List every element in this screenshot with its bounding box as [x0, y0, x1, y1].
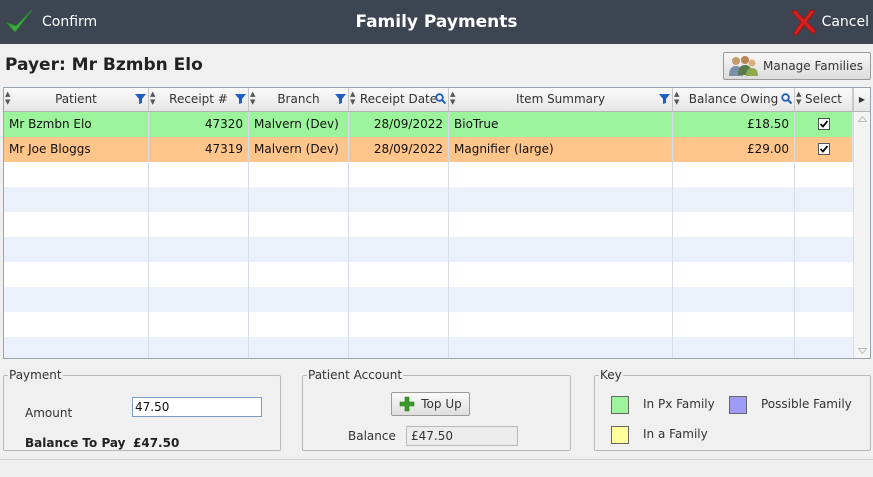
- table-row[interactable]: Mr Joe Bloggs 47319 Malvern (Dev) 28/09/…: [4, 137, 853, 162]
- column-divider: [672, 162, 673, 358]
- cell-item-summary: BioTrue: [449, 112, 673, 137]
- cell-item-summary: Magnifier (large): [449, 137, 673, 162]
- confirm-button[interactable]: Confirm: [4, 0, 97, 44]
- balance-to-pay-value: £47.50: [133, 436, 180, 450]
- column-header-receipt[interactable]: ▲ ▼ Receipt #: [149, 88, 249, 111]
- possible-family-label: Possible Family: [761, 397, 852, 411]
- column-header-balance-owing[interactable]: ▲ ▼ Balance Owing: [673, 88, 795, 111]
- amount-label: Amount: [25, 406, 73, 420]
- empty-row: [4, 287, 853, 312]
- status-bar: [0, 459, 873, 477]
- empty-row: [4, 162, 853, 187]
- cell-patient: Mr Joe Bloggs: [4, 137, 149, 162]
- plus-icon: [399, 396, 415, 412]
- filter-icon[interactable]: [135, 93, 146, 104]
- empty-row: [4, 187, 853, 212]
- manage-families-button[interactable]: Manage Families: [723, 52, 871, 80]
- select-checkbox[interactable]: [817, 142, 830, 155]
- empty-row: [4, 262, 853, 287]
- empty-row: [4, 212, 853, 237]
- column-header-branch[interactable]: ▲ ▼ Branch: [249, 88, 349, 111]
- key-legend: Key: [600, 368, 622, 382]
- cell-receipt-date: 28/09/2022: [349, 137, 449, 162]
- search-icon[interactable]: [781, 93, 792, 104]
- grid-header: ▲ ▼ Patient ▲ ▼ Receipt # ▲ ▼ Branch ▲ ▼ Rec…: [4, 88, 870, 112]
- column-header-receipt-date[interactable]: ▲ ▼ Receipt Date: [349, 88, 449, 111]
- possible-family-swatch: [729, 396, 747, 414]
- filter-icon[interactable]: [235, 93, 246, 104]
- balance-label: Balance: [348, 429, 396, 443]
- manage-families-label: Manage Families: [763, 59, 863, 73]
- balance-to-pay-label: Balance To Pay: [25, 436, 126, 450]
- cell-branch: Malvern (Dev): [249, 112, 349, 137]
- confirm-check-icon: [5, 9, 33, 33]
- column-header-item-summary[interactable]: ▲ ▼ Item Summary: [449, 88, 673, 111]
- cell-balance-owing: £18.50: [673, 112, 795, 137]
- window-title: Family Payments: [355, 12, 518, 32]
- cell-receipt: 47319: [149, 137, 249, 162]
- column-divider: [248, 162, 249, 358]
- confirm-label: Confirm: [42, 14, 98, 30]
- column-header-select[interactable]: ▲ ▼ Select: [795, 88, 853, 111]
- cell-patient: Mr Bzmbn Elo: [4, 112, 149, 137]
- column-divider: [148, 162, 149, 358]
- cancel-button[interactable]: Cancel: [788, 0, 869, 44]
- cell-receipt-date: 28/09/2022: [349, 112, 449, 137]
- in-a-family-swatch: [611, 426, 629, 444]
- filter-icon[interactable]: [335, 93, 346, 104]
- table-row[interactable]: Mr Bzmbn Elo 47320 Malvern (Dev) 28/09/2…: [4, 112, 853, 137]
- empty-row: [4, 237, 853, 262]
- empty-row: [4, 312, 853, 337]
- cell-receipt: 47320: [149, 112, 249, 137]
- in-px-family-label: In Px Family: [643, 397, 715, 411]
- column-scroll-right-button[interactable]: ▶: [853, 88, 870, 111]
- payment-legend: Payment: [9, 368, 62, 382]
- amount-input[interactable]: [132, 397, 262, 417]
- in-a-family-label: In a Family: [643, 427, 708, 441]
- people-icon: [729, 56, 758, 76]
- vertical-scrollbar[interactable]: [853, 112, 870, 358]
- select-checkbox[interactable]: [817, 117, 830, 130]
- family-payments-grid: ▲ ▼ Patient ▲ ▼ Receipt # ▲ ▼ Branch ▲ ▼ Rec…: [3, 87, 871, 359]
- scroll-up-icon[interactable]: [858, 116, 867, 122]
- in-px-family-swatch: [611, 396, 629, 414]
- payer-heading: Payer: Mr Bzmbn Elo: [5, 55, 203, 75]
- column-divider: [448, 162, 449, 358]
- scroll-down-icon[interactable]: [858, 348, 867, 354]
- top-up-button[interactable]: Top Up: [391, 392, 470, 416]
- cancel-cross-icon: [790, 9, 817, 36]
- payment-group: Payment Amount Balance To Pay £47.50: [3, 368, 281, 451]
- column-divider: [794, 162, 795, 358]
- empty-row: [4, 337, 853, 358]
- title-bar: Confirm Family Payments Cancel: [0, 0, 873, 44]
- cell-balance-owing: £29.00: [673, 137, 795, 162]
- filter-icon[interactable]: [659, 93, 670, 104]
- patient-account-legend: Patient Account: [308, 368, 403, 382]
- cancel-label: Cancel: [821, 14, 869, 30]
- column-header-patient[interactable]: ▲ ▼ Patient: [4, 88, 149, 111]
- top-up-label: Top Up: [421, 397, 462, 411]
- key-group: Key In Px Family Possible Family In a Fa…: [594, 368, 871, 451]
- patient-account-group: Patient Account Top Up Balance £47.50: [302, 368, 571, 451]
- balance-field: £47.50: [406, 426, 518, 446]
- cell-branch: Malvern (Dev): [249, 137, 349, 162]
- search-icon[interactable]: [435, 93, 446, 104]
- column-divider: [348, 162, 349, 358]
